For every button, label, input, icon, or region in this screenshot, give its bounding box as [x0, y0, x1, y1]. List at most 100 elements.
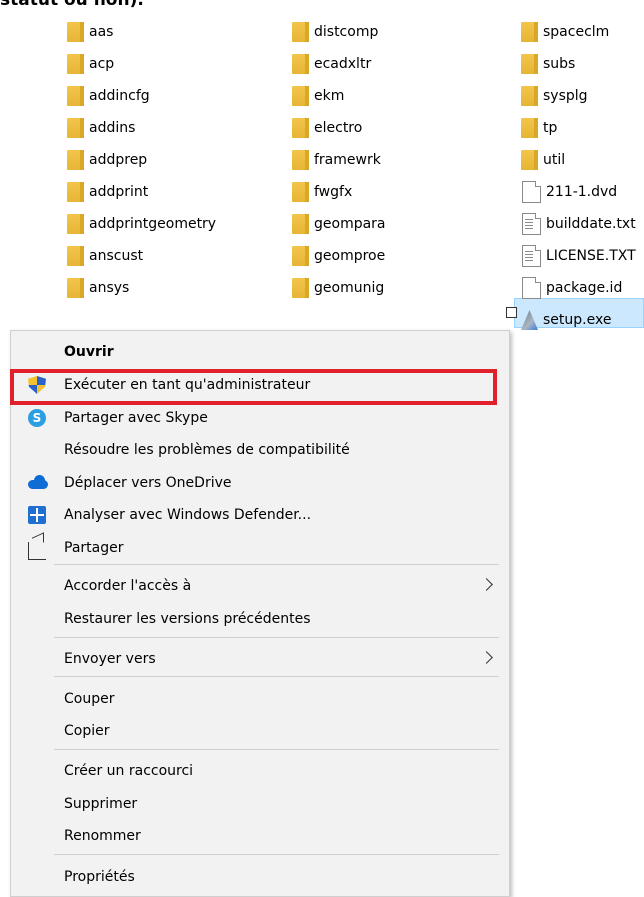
chevron-right-icon	[480, 651, 493, 664]
folder-icon	[292, 246, 309, 266]
menu-item-open[interactable]: Ouvrir	[11, 336, 509, 368]
menu-item-share-skype[interactable]: S Partager avec Skype	[11, 402, 509, 434]
skype-icon: S	[28, 409, 46, 427]
menu-separator	[54, 564, 499, 565]
folder-item[interactable]: acp	[67, 48, 216, 80]
folder-item[interactable]: sysplg	[521, 80, 636, 112]
folder-icon	[67, 22, 84, 42]
folder-name: addprint	[89, 184, 149, 200]
menu-item-delete[interactable]: Supprimer	[11, 788, 509, 820]
file-icon	[522, 277, 541, 299]
folder-icon	[67, 246, 84, 266]
menu-item-create-shortcut[interactable]: Créer un raccourci	[11, 755, 509, 787]
folder-item[interactable]: util	[521, 144, 636, 176]
folder-name: subs	[543, 56, 576, 72]
menu-separator	[54, 676, 499, 677]
folder-item[interactable]: geomproe	[292, 240, 386, 272]
folder-item[interactable]: electro	[292, 112, 386, 144]
folder-name: electro	[314, 120, 363, 136]
file-item[interactable]: LICENSE.TXT	[521, 240, 636, 272]
file-item[interactable]: package.id	[521, 272, 636, 304]
folder-item[interactable]: anscust	[67, 240, 216, 272]
menu-item-move-onedrive[interactable]: Déplacer vers OneDrive	[11, 467, 509, 499]
menu-separator	[54, 637, 499, 638]
folder-item[interactable]: geomunig	[292, 272, 386, 304]
folder-item[interactable]: addincfg	[67, 80, 216, 112]
folder-item[interactable]: addprintgeometry	[67, 208, 216, 240]
folder-icon	[521, 150, 538, 170]
folder-item[interactable]: aas	[67, 16, 216, 48]
menu-item-send-to[interactable]: Envoyer vers	[11, 643, 509, 675]
folder-icon	[67, 278, 84, 298]
menu-item-label: Renommer	[64, 828, 141, 844]
folder-icon	[67, 118, 84, 138]
folder-item[interactable]: spaceclm	[521, 16, 636, 48]
installer-icon	[521, 310, 538, 330]
folder-item[interactable]: distcomp	[292, 16, 386, 48]
menu-item-copy[interactable]: Copier	[11, 715, 509, 747]
menu-separator	[54, 749, 499, 750]
folder-name: addprep	[89, 152, 148, 168]
folder-name: aas	[89, 24, 114, 40]
folder-name: ansys	[89, 280, 130, 296]
file-column-3: spaceclm subs sysplg tp util 211-1.dvd b…	[521, 16, 636, 336]
menu-item-label: Couper	[64, 691, 115, 707]
folder-item[interactable]: ansys	[67, 272, 216, 304]
file-name: setup.exe	[543, 312, 612, 328]
folder-name: framewrk	[314, 152, 381, 168]
folder-item[interactable]: ecadxltr	[292, 48, 386, 80]
context-menu: Ouvrir Exécuter en tant qu'administrateu…	[10, 330, 510, 897]
folder-icon	[292, 22, 309, 42]
file-column-2: distcomp ecadxltr ekm electro framewrk f…	[292, 16, 386, 304]
menu-item-restore-versions[interactable]: Restaurer les versions précédentes	[11, 603, 509, 635]
menu-item-label: Restaurer les versions précédentes	[64, 611, 311, 627]
folder-name: addprintgeometry	[89, 216, 217, 232]
menu-separator	[54, 854, 499, 855]
folder-item[interactable]: framewrk	[292, 144, 386, 176]
folder-name: spaceclm	[543, 24, 610, 40]
menu-item-label: Propriétés	[64, 869, 135, 885]
folder-icon	[292, 86, 309, 106]
file-item[interactable]: builddate.txt	[521, 208, 636, 240]
folder-item[interactable]: fwgfx	[292, 176, 386, 208]
menu-item-label: Créer un raccourci	[64, 763, 194, 779]
menu-item-grant-access[interactable]: Accorder l'accès à	[11, 570, 509, 602]
folder-item[interactable]: addprep	[67, 144, 216, 176]
folder-item[interactable]: addins	[67, 112, 216, 144]
file-item[interactable]: 211-1.dvd	[521, 176, 636, 208]
item-checkbox[interactable]	[506, 307, 517, 318]
menu-item-label: Déplacer vers OneDrive	[64, 475, 232, 491]
menu-item-rename[interactable]: Renommer	[11, 820, 509, 852]
folder-name: distcomp	[314, 24, 379, 40]
folder-item[interactable]: ekm	[292, 80, 386, 112]
menu-item-label: Supprimer	[64, 796, 138, 812]
menu-item-cut[interactable]: Couper	[11, 683, 509, 715]
menu-item-label: Ouvrir	[64, 344, 114, 360]
menu-item-label: Résoudre les problèmes de compatibilité	[64, 442, 350, 458]
folder-icon	[521, 86, 538, 106]
file-item-setup[interactable]: setup.exe	[521, 304, 636, 336]
share-icon	[28, 542, 46, 560]
folder-icon	[521, 118, 538, 138]
folder-item[interactable]: subs	[521, 48, 636, 80]
file-name: 211-1.dvd	[546, 184, 618, 200]
folder-name: ecadxltr	[314, 56, 372, 72]
file-name: package.id	[546, 280, 623, 296]
folder-name: addins	[89, 120, 136, 136]
menu-item-label: Analyser avec Windows Defender...	[64, 507, 312, 523]
onedrive-icon	[28, 474, 48, 492]
menu-item-properties[interactable]: Propriétés	[11, 861, 509, 893]
folder-item[interactable]: addprint	[67, 176, 216, 208]
menu-item-troubleshoot-compat[interactable]: Résoudre les problèmes de compatibilité	[11, 434, 509, 466]
folder-name: ekm	[314, 88, 345, 104]
menu-item-share[interactable]: Partager	[11, 532, 509, 564]
folder-icon	[67, 54, 84, 74]
menu-item-label: Envoyer vers	[64, 651, 156, 667]
folder-icon	[292, 150, 309, 170]
folder-item[interactable]: tp	[521, 112, 636, 144]
folder-item[interactable]: geompara	[292, 208, 386, 240]
folder-icon	[292, 278, 309, 298]
folder-icon	[292, 214, 309, 234]
folder-icon	[521, 22, 538, 42]
menu-item-scan-defender[interactable]: Analyser avec Windows Defender...	[11, 499, 509, 531]
